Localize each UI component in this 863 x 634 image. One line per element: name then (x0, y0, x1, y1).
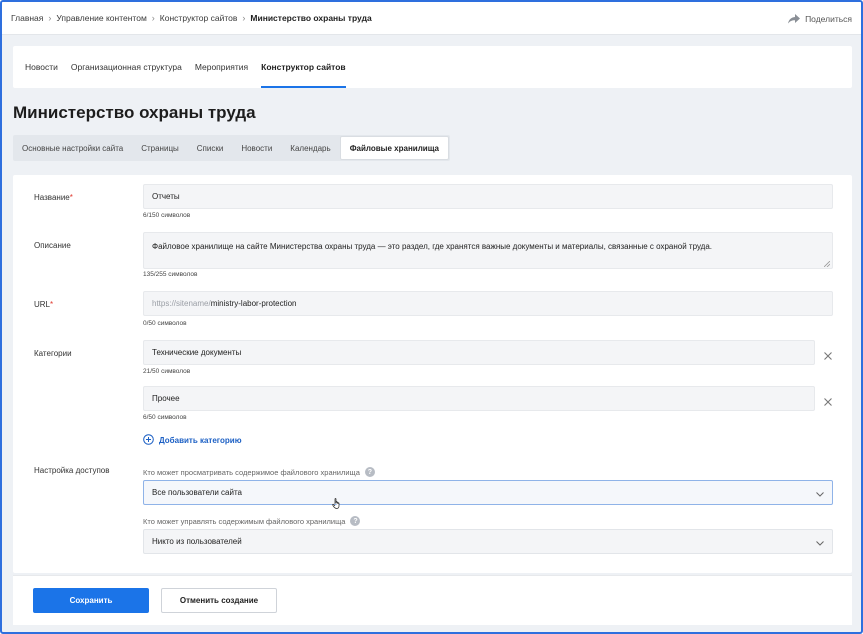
remove-category-icon[interactable] (823, 348, 833, 360)
url-counter: 0/50 символов (143, 320, 187, 327)
plus-circle-icon (143, 434, 154, 447)
breadcrumb: Главная › Управление контентом › Констру… (11, 13, 372, 23)
chevron-right-icon: › (151, 13, 155, 23)
url-value: ministry-labor-protection (210, 299, 297, 308)
help-icon[interactable]: ? (350, 516, 361, 526)
view-access-question-text: Кто может просматривать содержимое файло… (143, 467, 360, 477)
subtab-calendar[interactable]: Календарь (281, 135, 339, 161)
subtab-news[interactable]: Новости (232, 135, 281, 161)
share-arrow-icon (788, 13, 801, 24)
manage-access-select[interactable]: Никто из пользователей (143, 529, 833, 554)
resize-handle-icon[interactable] (823, 260, 831, 268)
category-value-2: Прочее (152, 394, 180, 403)
name-input[interactable]: Отчеты (143, 184, 833, 209)
site-settings-tabs: Основные настройки сайта Страницы Списки… (13, 135, 450, 161)
storage-form: Название* Отчеты 6/150 символов Описание… (13, 175, 852, 573)
url-input[interactable]: https://sitename/ministry-labor-protecti… (143, 291, 833, 316)
share-button[interactable]: Поделиться (788, 2, 852, 35)
url-prefix: https://sitename/ (152, 299, 211, 308)
tab-site-builder[interactable]: Конструктор сайтов (261, 46, 346, 88)
breadcrumb-content-management[interactable]: Управление контентом (56, 13, 146, 23)
description-value: Файловое хранилище на сайте Министерства… (152, 242, 713, 251)
access-label: Настройка доступов (34, 466, 110, 475)
category-input-2[interactable]: Прочее (143, 386, 815, 411)
url-label-text: URL (34, 300, 51, 309)
breadcrumb-current: Министерство охраны труда (250, 13, 372, 23)
share-label: Поделиться (805, 13, 852, 24)
breadcrumb-site-builder[interactable]: Конструктор сайтов (160, 13, 238, 23)
subtab-lists[interactable]: Списки (188, 135, 233, 161)
url-label: URL* (34, 300, 53, 309)
name-counter: 6/150 символов (143, 212, 191, 219)
add-category-button[interactable]: Добавить категорию (143, 434, 242, 447)
subtab-pages[interactable]: Страницы (132, 135, 188, 161)
category-counter-1: 21/50 символов (143, 368, 191, 375)
app-window: Главная › Управление контентом › Констру… (0, 0, 863, 634)
required-mark: * (69, 193, 73, 202)
hand-cursor-icon (332, 496, 341, 514)
description-label: Описание (34, 241, 71, 250)
category-counter-2: 6/50 символов (143, 414, 187, 421)
chevron-down-icon (816, 539, 824, 548)
top-bar: Главная › Управление контентом › Констру… (2, 2, 861, 35)
save-button[interactable]: Сохранить (33, 588, 149, 613)
manage-access-question-text: Кто может управлять содержимым файлового… (143, 516, 346, 526)
breadcrumb-home[interactable]: Главная (11, 13, 43, 23)
description-textarea[interactable]: Файловое хранилище на сайте Министерства… (143, 232, 833, 269)
page-title: Министерство охраны труда (13, 103, 256, 122)
cancel-creation-button[interactable]: Отменить создание (161, 588, 277, 613)
tab-org-structure[interactable]: Организационная структура (71, 46, 182, 88)
view-access-value: Все пользователи сайта (152, 488, 242, 497)
categories-label: Категории (34, 349, 72, 358)
required-mark: * (50, 300, 54, 309)
help-icon[interactable]: ? (364, 467, 375, 477)
manage-access-value: Никто из пользователей (152, 537, 242, 546)
view-access-select[interactable]: Все пользователи сайта (143, 480, 833, 505)
manage-access-question: Кто может управлять содержимым файлового… (143, 516, 361, 526)
chevron-right-icon: › (48, 13, 52, 23)
category-input-1[interactable]: Технические документы (143, 340, 815, 365)
section-nav: Новости Организационная структура Меропр… (13, 46, 852, 88)
name-input-value: Отчеты (152, 192, 180, 201)
name-label: Название* (34, 193, 73, 202)
tab-events[interactable]: Мероприятия (195, 46, 248, 88)
tab-news[interactable]: Новости (25, 46, 58, 88)
add-category-label: Добавить категорию (159, 436, 242, 445)
subtab-file-storages[interactable]: Файловые хранилища (339, 136, 449, 160)
description-counter: 135/255 символов (143, 271, 198, 278)
category-value-1: Технические документы (152, 348, 242, 357)
chevron-down-icon (816, 490, 824, 499)
name-label-text: Название (34, 193, 70, 202)
form-footer: Сохранить Отменить создание (13, 575, 852, 625)
remove-category-icon[interactable] (823, 394, 833, 406)
chevron-right-icon: › (242, 13, 246, 23)
subtab-main-settings[interactable]: Основные настройки сайта (13, 135, 132, 161)
view-access-question: Кто может просматривать содержимое файло… (143, 467, 375, 477)
